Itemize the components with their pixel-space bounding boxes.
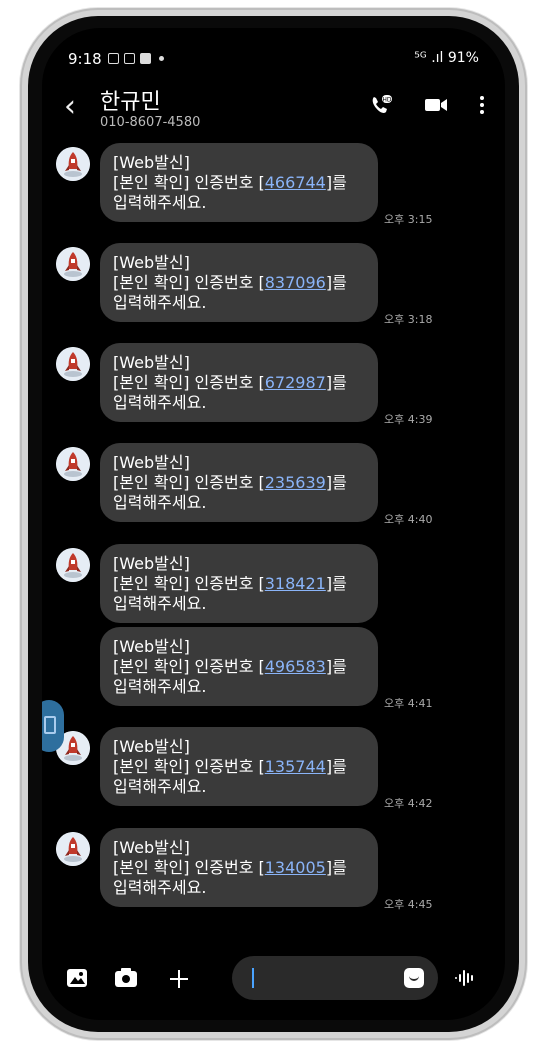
message-text: ]를 [325, 657, 347, 676]
message-tag: [Web발신] [113, 637, 190, 656]
message-text: [본인 확인] 인증번호 [ [113, 757, 265, 776]
notification-icon [108, 53, 119, 64]
chevron-left-icon[interactable]: ‹ [64, 92, 76, 122]
screen: 9:18 ⁵ᴳ .ıl 91% ‹ 한규민 010-8607-4580 HD [… [42, 28, 505, 1020]
more-options-icon[interactable] [479, 95, 485, 118]
message-text: 입력해주세요. [113, 777, 207, 796]
message-time: 오후 4:45 [384, 898, 433, 911]
message-text: [본인 확인] 인증번호 [ [113, 473, 265, 492]
message-tag: [Web발신] [113, 353, 190, 372]
verification-code-link[interactable]: 235639 [265, 473, 326, 492]
sticker-icon[interactable] [404, 968, 424, 988]
message-text: 입력해주세요. [113, 193, 207, 212]
message-bubble[interactable]: [Web발신] [본인 확인] 인증번호 [672987]를 입력해주세요. [100, 343, 378, 422]
message-text: ]를 [325, 757, 347, 776]
message-time: 오후 4:42 [384, 797, 433, 810]
message-text: 입력해주세요. [113, 493, 207, 512]
message-text: 입력해주세요. [113, 393, 207, 412]
avatar[interactable] [56, 548, 90, 582]
message-text: ]를 [325, 473, 347, 492]
camera-icon[interactable] [114, 968, 138, 992]
verification-code-link[interactable]: 134005 [265, 858, 326, 877]
message-tag: [Web발신] [113, 253, 190, 272]
message-bubble[interactable]: [Web발신] [본인 확인] 인증번호 [135744]를 입력해주세요. [100, 727, 378, 806]
header-actions: HD [369, 94, 485, 119]
verification-code-link[interactable]: 837096 [265, 273, 326, 292]
message-bubble[interactable]: [Web발신] [본인 확인] 인증번호 [837096]를 입력해주세요. [100, 243, 378, 322]
verification-code-link[interactable]: 496583 [265, 657, 326, 676]
message-tag: [Web발신] [113, 453, 190, 472]
plus-icon[interactable] [168, 968, 190, 994]
message-text: [본인 확인] 인증번호 [ [113, 574, 265, 593]
message-thread: [Web발신] [본인 확인] 인증번호 [466744]를 입력해주세요. 오… [42, 143, 505, 950]
message-tag: [Web발신] [113, 737, 190, 756]
message-bubble[interactable]: [Web발신] [본인 확인] 인증번호 [466744]를 입력해주세요. [100, 143, 378, 222]
notification-icons [108, 53, 164, 64]
avatar[interactable] [56, 247, 90, 281]
message-text: ]를 [325, 373, 347, 392]
contact-phone: 010-8607-4580 [100, 115, 201, 130]
message-text: [본인 확인] 인증번호 [ [113, 858, 265, 877]
message-input[interactable] [232, 956, 438, 1000]
status-time: 9:18 [68, 50, 102, 68]
message-text: [본인 확인] 인증번호 [ [113, 173, 265, 192]
message-time: 오후 4:40 [384, 513, 433, 526]
floating-shortcut-button[interactable] [42, 700, 64, 752]
notification-icon [124, 53, 135, 64]
message-text: 입력해주세요. [113, 878, 207, 897]
shortcut-icon [44, 716, 56, 734]
gallery-icon[interactable] [66, 968, 88, 992]
message-text: 입력해주세요. [113, 677, 207, 696]
more-notifications-dot [159, 56, 164, 61]
message-bubble[interactable]: [Web발신] [본인 확인] 인증번호 [134005]를 입력해주세요. [100, 828, 378, 907]
conversation-header: ‹ 한규민 010-8607-4580 HD [42, 80, 505, 140]
avatar[interactable] [56, 832, 90, 866]
message-text: [본인 확인] 인증번호 [ [113, 373, 265, 392]
phone-frame: 9:18 ⁵ᴳ .ıl 91% ‹ 한규민 010-8607-4580 HD [… [20, 8, 527, 1040]
message-time: 오후 3:15 [384, 213, 433, 226]
message-text: [본인 확인] 인증번호 [ [113, 273, 265, 292]
text-caret [252, 968, 254, 988]
message-tag: [Web발신] [113, 554, 190, 573]
message-time: 오후 4:41 [384, 697, 433, 710]
message-bubble[interactable]: [Web발신] [본인 확인] 인증번호 [318421]를 입력해주세요. [100, 544, 378, 623]
message-tag: [Web발신] [113, 838, 190, 857]
message-time: 오후 4:39 [384, 413, 433, 426]
status-right: ⁵ᴳ .ıl 91% [414, 50, 479, 66]
video-call-icon[interactable] [423, 96, 449, 117]
message-composer [42, 950, 505, 1006]
message-bubble[interactable]: [Web발신] [본인 확인] 인증번호 [235639]를 입력해주세요. [100, 443, 378, 522]
message-text: ]를 [325, 858, 347, 877]
voice-wave-icon[interactable] [454, 968, 476, 992]
message-text: 입력해주세요. [113, 594, 207, 613]
status-bar: 9:18 ⁵ᴳ .ıl 91% [68, 50, 479, 72]
phone-bezel: 9:18 ⁵ᴳ .ıl 91% ‹ 한규민 010-8607-4580 HD [… [28, 16, 519, 1032]
svg-text:HD: HD [382, 97, 392, 104]
verification-code-link[interactable]: 318421 [265, 574, 326, 593]
message-tag: [Web발신] [113, 153, 190, 172]
message-time: 오후 3:18 [384, 313, 433, 326]
message-notification-icon [140, 53, 151, 64]
avatar[interactable] [56, 447, 90, 481]
message-text: ]를 [325, 173, 347, 192]
hd-voice-call-icon[interactable]: HD [369, 94, 393, 119]
message-text: ]를 [325, 574, 347, 593]
message-text: 입력해주세요. [113, 293, 207, 312]
contact-name[interactable]: 한규민 [100, 84, 161, 116]
verification-code-link[interactable]: 135744 [265, 757, 326, 776]
message-text: [본인 확인] 인증번호 [ [113, 657, 265, 676]
verification-code-link[interactable]: 672987 [265, 373, 326, 392]
message-text: ]를 [325, 273, 347, 292]
message-bubble[interactable]: [Web발신] [본인 확인] 인증번호 [496583]를 입력해주세요. [100, 627, 378, 706]
avatar[interactable] [56, 347, 90, 381]
avatar[interactable] [56, 147, 90, 181]
verification-code-link[interactable]: 466744 [265, 173, 326, 192]
